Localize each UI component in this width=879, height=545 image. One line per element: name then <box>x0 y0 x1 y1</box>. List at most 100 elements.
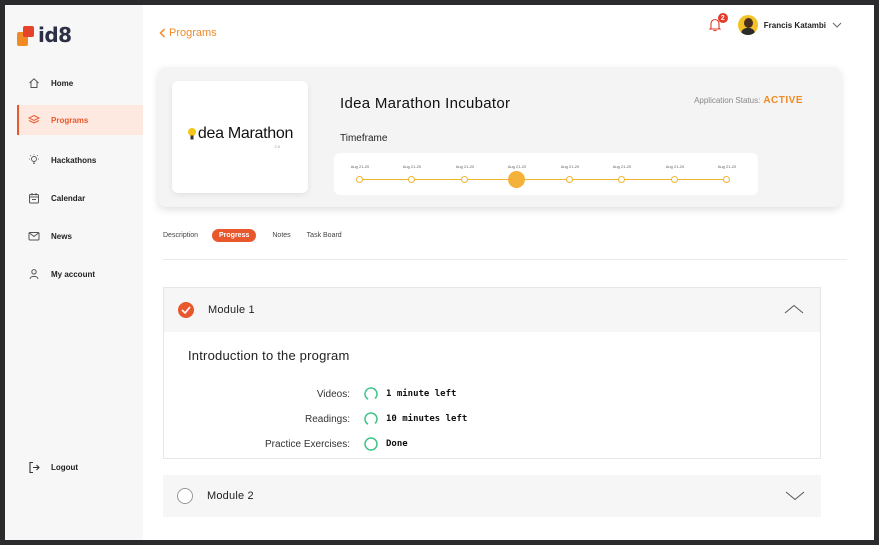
sidebar-item-label: Hackathons <box>51 155 97 165</box>
timeline-point[interactable]: Aug 21-20 <box>602 153 642 195</box>
timeline-point-label: Aug 21-20 <box>612 164 632 169</box>
timeframe-label: Timeframe <box>340 133 388 144</box>
timeline-point[interactable]: Aug 21-20 <box>655 153 695 195</box>
timeline-point-label: Aug 21-20 <box>350 164 370 169</box>
home-icon <box>27 76 41 90</box>
timeline-dot <box>408 176 415 183</box>
lightbulb-icon <box>187 128 196 140</box>
sidebar-item-home[interactable]: Home <box>17 69 143 97</box>
sidebar-item-label: Home <box>51 78 74 88</box>
module-title: Module 2 <box>207 490 254 502</box>
progress-ring-icon <box>364 387 378 401</box>
app-window: id8 Home Programs Hackathons Calendar Ne… <box>5 5 874 540</box>
module-card: Module 1 Introduction to the program Vid… <box>163 287 821 459</box>
timeline-dot <box>671 176 678 183</box>
chevron-up-icon[interactable] <box>784 304 804 314</box>
progress-row-label: Readings: <box>304 413 350 425</box>
module-card: Module 2 <box>163 475 821 517</box>
timeline-point-label: Aug 21-20 <box>455 164 475 169</box>
timeline-point[interactable]: Aug 21-20 <box>340 153 380 195</box>
timeline-dot <box>566 176 573 183</box>
main-content: Programs 2 Francis Katambi dea Marathon … <box>143 5 874 540</box>
module-body: Introduction to the program Videos: 1 mi… <box>164 332 820 458</box>
timeline-dot <box>461 176 468 183</box>
timeline-point-label: Aug 21-20 <box>717 164 737 169</box>
back-to-programs-link[interactable]: Programs <box>159 27 217 39</box>
timeline-point-label: Aug 21-20 <box>560 164 580 169</box>
timeframe-timeline: Aug 21-20 Aug 21-20 Aug 21-20 Aug 21-20 … <box>334 153 758 195</box>
timeline-point[interactable]: Aug 21-20 <box>392 153 432 195</box>
chevron-down-icon[interactable] <box>832 22 842 28</box>
layers-icon <box>27 113 41 127</box>
calendar-icon <box>27 191 41 205</box>
progress-row-value: 1 minute left <box>386 389 457 399</box>
status-badge: ACTIVE <box>763 95 803 106</box>
program-tabs: Description Progress Notes Task Board <box>163 229 358 242</box>
progress-row-value: Done <box>386 439 408 449</box>
check-circle-icon <box>178 302 194 318</box>
status-label: Application Status: <box>694 96 761 105</box>
timeline-point[interactable]: Aug 21-20 <box>550 153 590 195</box>
sidebar-item-programs[interactable]: Programs <box>17 105 143 135</box>
back-link-label: Programs <box>169 27 217 39</box>
sidebar-item-label: My account <box>51 269 96 279</box>
program-logo: dea Marathon 2.0 <box>172 81 308 193</box>
timeline-current-dot <box>508 171 525 188</box>
program-card: dea Marathon 2.0 Idea Marathon Incubator… <box>158 67 841 207</box>
timeline-point[interactable]: Aug 21-20 <box>707 153 747 195</box>
tab-task-board[interactable]: Task Board <box>307 232 342 239</box>
program-logo-version: 2.0 <box>274 144 280 149</box>
divider <box>163 259 847 260</box>
progress-row-label: Videos: <box>316 388 350 400</box>
app-logo[interactable]: id8 <box>17 23 72 47</box>
progress-row-practice: Practice Exercises: Done <box>164 436 564 452</box>
tab-progress[interactable]: Progress <box>212 229 257 242</box>
module-intro: Introduction to the program <box>188 348 350 363</box>
timeline-point-label: Aug 21-20 <box>665 164 685 169</box>
progress-row-videos: Videos: 1 minute left <box>164 386 564 402</box>
sidebar-item-label: News <box>51 231 72 241</box>
module-header[interactable]: Module 1 <box>164 288 820 332</box>
chevron-down-icon[interactable] <box>785 491 805 501</box>
module-header[interactable]: Module 2 <box>163 475 821 517</box>
progress-row-label: Practice Exercises: <box>264 438 350 450</box>
sidebar-item-label: Calendar <box>51 193 86 203</box>
sidebar-item-my-account[interactable]: My account <box>17 260 143 288</box>
progress-ring-icon <box>364 412 378 426</box>
logo-text: id8 <box>38 23 72 47</box>
user-name[interactable]: Francis Katambi <box>764 21 826 30</box>
empty-circle-icon <box>177 488 193 504</box>
logout-button[interactable]: Logout <box>17 453 143 481</box>
program-title: Idea Marathon Incubator <box>340 95 511 112</box>
logo-mark-icon <box>17 24 37 46</box>
timeline-dot <box>618 176 625 183</box>
progress-ring-icon <box>364 437 378 451</box>
sidebar-item-hackathons[interactable]: Hackathons <box>17 146 143 174</box>
timeline-point[interactable]: Aug 21-20 <box>445 153 485 195</box>
sidebar: id8 Home Programs Hackathons Calendar Ne… <box>5 5 143 540</box>
logout-label: Logout <box>51 462 79 472</box>
avatar[interactable] <box>737 15 758 35</box>
notifications-button[interactable]: 2 <box>708 13 728 33</box>
user-icon <box>27 267 41 281</box>
timeline-point-label: Aug 21-20 <box>507 164 527 169</box>
sidebar-item-calendar[interactable]: Calendar <box>17 184 143 212</box>
sidebar-item-news[interactable]: News <box>17 222 143 250</box>
bulb-icon <box>27 153 41 167</box>
timeline-dot <box>723 176 730 183</box>
program-logo-text: dea Marathon <box>197 125 294 142</box>
tab-notes[interactable]: Notes <box>272 232 290 239</box>
progress-row-value: 10 minutes left <box>386 414 468 424</box>
mail-icon <box>27 229 41 243</box>
chevron-left-icon <box>159 28 166 38</box>
timeline-dot <box>356 176 363 183</box>
user-bar: 2 Francis Katambi <box>708 13 842 35</box>
progress-row-readings: Readings: 10 minutes left <box>164 411 564 427</box>
application-status: Application Status: ACTIVE <box>694 95 803 106</box>
module-title: Module 1 <box>208 304 255 316</box>
timeline-point-label: Aug 21-20 <box>402 164 422 169</box>
notification-badge: 2 <box>717 13 728 23</box>
timeline-point-current[interactable]: Aug 21-20 <box>497 153 537 195</box>
tab-description[interactable]: Description <box>163 232 198 239</box>
logout-icon <box>27 460 41 474</box>
